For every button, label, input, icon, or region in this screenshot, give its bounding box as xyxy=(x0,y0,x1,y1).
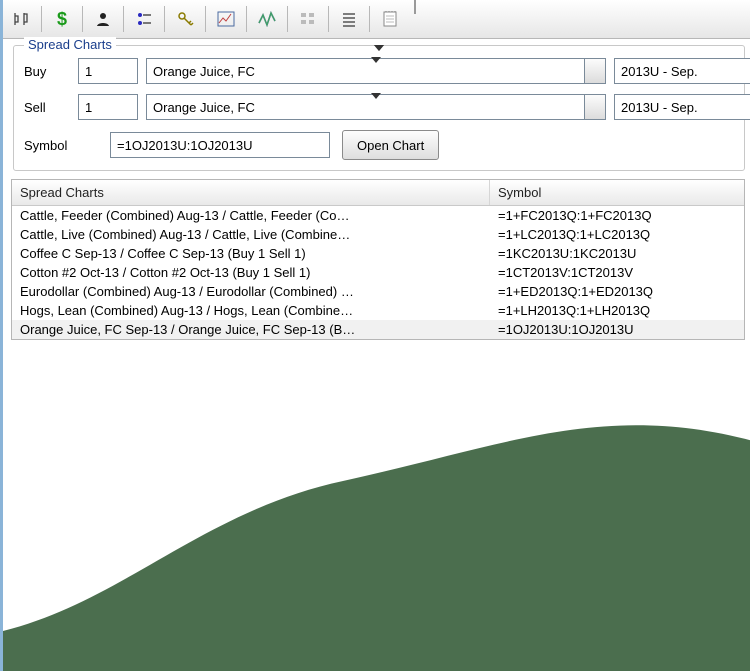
sell-instrument-input[interactable] xyxy=(146,94,584,120)
cell-symbol: =1+LC2013Q:1+LC2013Q xyxy=(490,226,744,243)
table-body: Cattle, Feeder (Combined) Aug-13 / Cattl… xyxy=(12,206,744,339)
buy-month-combo[interactable] xyxy=(614,58,734,84)
open-chart-button[interactable]: Open Chart xyxy=(342,130,439,160)
sell-label: Sell xyxy=(24,100,70,115)
sell-qty-input[interactable] xyxy=(78,94,138,120)
symbol-label: Symbol xyxy=(24,138,98,153)
chevron-down-icon[interactable] xyxy=(584,94,606,120)
note-icon[interactable] xyxy=(376,5,404,33)
col-symbol[interactable]: Symbol xyxy=(490,180,744,205)
buy-instrument-combo[interactable] xyxy=(146,58,606,84)
buy-month-input[interactable] xyxy=(614,58,750,84)
chevron-down-icon[interactable] xyxy=(584,58,606,84)
separator xyxy=(287,6,288,32)
table-row[interactable]: Cattle, Feeder (Combined) Aug-13 / Cattl… xyxy=(12,206,744,225)
group-title: Spread Charts xyxy=(24,37,116,52)
cell-symbol: =1+LH2013Q:1+LH2013Q xyxy=(490,302,744,319)
app-window: { "group": {"title":"Spread Charts"}, "b… xyxy=(0,0,750,671)
sell-instrument-combo[interactable] xyxy=(146,94,606,120)
grid-icon[interactable] xyxy=(294,5,322,33)
separator xyxy=(246,6,247,32)
separator xyxy=(164,6,165,32)
cell-name: Cattle, Feeder (Combined) Aug-13 / Cattl… xyxy=(12,207,490,224)
decorative-hill xyxy=(3,371,750,671)
divider xyxy=(414,0,416,14)
table-row[interactable]: Cattle, Live (Combined) Aug-13 / Cattle,… xyxy=(12,225,744,244)
col-spread-charts[interactable]: Spread Charts xyxy=(12,180,490,205)
spread-charts-table: Spread Charts Symbol Cattle, Feeder (Com… xyxy=(11,179,745,340)
cell-name: Cotton #2 Oct-13 / Cotton #2 Oct-13 (Buy… xyxy=(12,264,490,281)
table-row[interactable]: Cotton #2 Oct-13 / Cotton #2 Oct-13 (Buy… xyxy=(12,263,744,282)
sell-month-input[interactable] xyxy=(614,94,750,120)
waves-icon[interactable] xyxy=(253,5,281,33)
table-header: Spread Charts Symbol xyxy=(12,180,744,206)
spread-chart-icon[interactable] xyxy=(212,5,240,33)
separator xyxy=(369,6,370,32)
spread-charts-group: Spread Charts Buy Sell Symbol Open Chart xyxy=(13,45,745,171)
list-icon[interactable] xyxy=(335,5,363,33)
table-row[interactable]: Coffee C Sep-13 / Coffee C Sep-13 (Buy 1… xyxy=(12,244,744,263)
cell-symbol: =1OJ2013U:1OJ2013U xyxy=(490,321,744,338)
separator xyxy=(82,6,83,32)
cell-symbol: =1+FC2013Q:1+FC2013Q xyxy=(490,207,744,224)
cell-symbol: =1+ED2013Q:1+ED2013Q xyxy=(490,283,744,300)
cell-name: Cattle, Live (Combined) Aug-13 / Cattle,… xyxy=(12,226,490,243)
svg-text:$: $ xyxy=(57,9,67,29)
symbol-row: Symbol Open Chart xyxy=(24,130,734,160)
profile-icon[interactable] xyxy=(89,5,117,33)
table-row[interactable]: Eurodollar (Combined) Aug-13 / Eurodolla… xyxy=(12,282,744,301)
cell-symbol: =1CT2013V:1CT2013V xyxy=(490,264,744,281)
cell-symbol: =1KC2013U:1KC2013U xyxy=(490,245,744,262)
buy-row: Buy xyxy=(24,58,734,84)
separator xyxy=(41,6,42,32)
toolbar: $ xyxy=(3,0,750,39)
buy-instrument-input[interactable] xyxy=(146,58,584,84)
separator xyxy=(123,6,124,32)
table-row[interactable]: Hogs, Lean (Combined) Aug-13 / Hogs, Lea… xyxy=(12,301,744,320)
cell-name: Hogs, Lean (Combined) Aug-13 / Hogs, Lea… xyxy=(12,302,490,319)
sliders-icon[interactable] xyxy=(130,5,158,33)
buy-label: Buy xyxy=(24,64,70,79)
separator xyxy=(328,6,329,32)
symbol-input[interactable] xyxy=(110,132,330,158)
candlestick-icon[interactable] xyxy=(7,5,35,33)
separator xyxy=(205,6,206,32)
sell-month-combo[interactable] xyxy=(614,94,734,120)
dollar-icon[interactable]: $ xyxy=(48,5,76,33)
buy-qty-input[interactable] xyxy=(78,58,138,84)
key-icon[interactable] xyxy=(171,5,199,33)
cell-name: Orange Juice, FC Sep-13 / Orange Juice, … xyxy=(12,321,490,338)
cell-name: Coffee C Sep-13 / Coffee C Sep-13 (Buy 1… xyxy=(12,245,490,262)
table-row[interactable]: Orange Juice, FC Sep-13 / Orange Juice, … xyxy=(12,320,744,339)
sell-row: Sell xyxy=(24,94,734,120)
cell-name: Eurodollar (Combined) Aug-13 / Eurodolla… xyxy=(12,283,490,300)
